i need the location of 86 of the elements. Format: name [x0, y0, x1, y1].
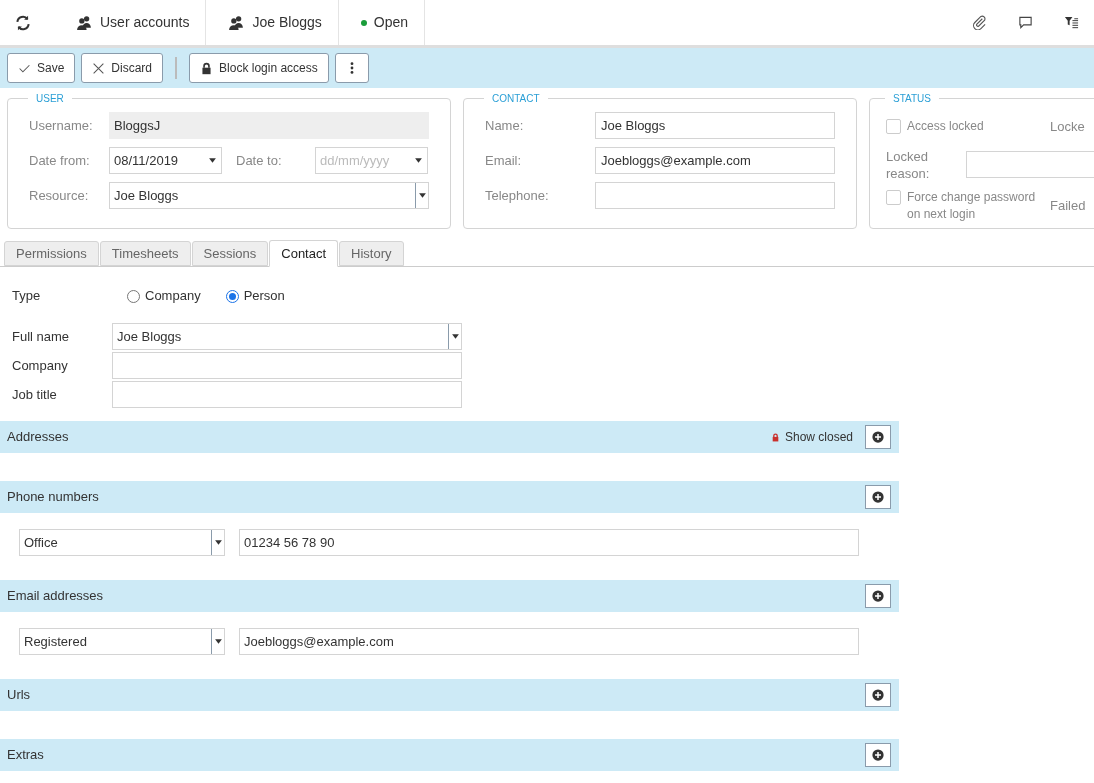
text-field[interactable]: Joebloggs@example.com — [239, 628, 859, 655]
dropdown-arrow-icon — [213, 637, 223, 646]
tab[interactable]: Permissions — [4, 241, 99, 266]
tab[interactable]: History — [339, 241, 404, 266]
block-access-button[interactable]: Block login access — [189, 53, 329, 83]
checkbox-label: Force change password on next login — [907, 188, 1037, 223]
text-field[interactable] — [112, 352, 462, 379]
text-field[interactable]: Joebloggs@example.com — [595, 147, 835, 174]
save-button[interactable]: Save — [7, 53, 76, 83]
checkbox-label: Access locked — [907, 118, 984, 136]
breadcrumb-link[interactable]: User accounts — [100, 12, 190, 33]
plus-circle-icon — [872, 491, 884, 503]
dropdown-arrow-icon — [414, 156, 423, 165]
plus-circle-icon — [872, 590, 884, 602]
field-label: Email: — [485, 151, 523, 170]
field-label: Name: — [485, 116, 525, 135]
checkbox[interactable] — [886, 189, 901, 205]
comment-icon — [1017, 15, 1033, 30]
text-field[interactable] — [595, 182, 835, 209]
text-field[interactable]: 01234 56 78 90 — [239, 529, 859, 556]
field-label: Company — [12, 356, 69, 375]
resource-dropdown[interactable]: Joe Bloggs — [109, 182, 429, 209]
section-legend: CONTACT — [484, 91, 548, 106]
section-legend: USER — [28, 91, 72, 106]
dropdown-value: Joe Bloggs — [117, 327, 182, 346]
section-title: Phone numbers — [7, 488, 100, 507]
username-field: BloggsJ — [109, 112, 429, 139]
paperclip-icon — [971, 15, 987, 30]
dropdown-arrow-icon — [450, 332, 460, 341]
refresh-icon — [14, 13, 32, 32]
field-label: Date from: — [29, 151, 91, 170]
field-label: Locked reason: — [886, 147, 931, 182]
dropdown-value: Office — [24, 533, 58, 552]
section-title: Addresses — [7, 428, 70, 447]
users-icon — [228, 14, 246, 31]
add-button[interactable] — [865, 683, 891, 707]
tab[interactable]: Sessions — [191, 241, 269, 266]
tab[interactable]: Contact — [269, 240, 339, 267]
field-label: Type — [12, 287, 42, 306]
filter-list-icon — [1063, 15, 1079, 30]
breadcrumb-link[interactable]: Open — [373, 12, 408, 33]
field-label: Full name — [12, 327, 71, 346]
dropdown-arrow-icon — [417, 191, 427, 200]
users-icon — [76, 14, 93, 31]
section-title: Urls — [7, 686, 32, 705]
radio-label: Person — [243, 287, 285, 306]
type-dropdown[interactable]: Office — [19, 529, 225, 556]
discard-button[interactable]: Discard — [81, 53, 164, 83]
plus-circle-icon — [872, 431, 884, 443]
full-name-dropdown[interactable]: Joe Bloggs — [112, 323, 462, 350]
text-field[interactable] — [112, 381, 462, 408]
field-label: Failed — [1050, 196, 1086, 215]
lock-icon — [770, 432, 780, 442]
field-label: Resource: — [29, 186, 90, 205]
more-button[interactable] — [334, 53, 369, 83]
section-title: Email addresses — [7, 587, 105, 606]
date-field[interactable]: 08/11/2019 — [109, 147, 222, 174]
close-icon — [92, 61, 106, 75]
add-button[interactable] — [865, 425, 891, 449]
field-label: Job title — [12, 385, 58, 404]
radio-label: Company — [145, 287, 201, 306]
dropdown-value: Joe Bloggs — [114, 186, 179, 205]
section-legend: STATUS — [885, 91, 939, 106]
section-title: Extras — [7, 746, 45, 765]
add-button[interactable] — [865, 584, 891, 608]
add-button[interactable] — [865, 743, 891, 767]
tab[interactable]: Timesheets — [99, 241, 191, 266]
checkbox[interactable] — [886, 119, 901, 135]
dropdown-arrow-icon — [208, 156, 217, 165]
text-field[interactable]: Joe Bloggs — [595, 112, 835, 139]
type-dropdown[interactable]: Registered — [19, 628, 225, 655]
field-label: Telephone: — [485, 186, 550, 205]
breadcrumb-link[interactable]: Joe Bloggs — [252, 12, 322, 33]
date-value: 08/11/2019 — [114, 151, 179, 170]
dropdown-arrow-icon — [213, 538, 223, 547]
add-button[interactable] — [865, 485, 891, 509]
dropdown-value: Registered — [24, 632, 87, 651]
plus-circle-icon — [872, 749, 884, 761]
plus-circle-icon — [872, 689, 884, 701]
text-field[interactable] — [966, 151, 1094, 178]
field-label: Locke — [1050, 118, 1085, 136]
placeholder-text: dd/mm/yyyy — [320, 151, 390, 170]
field-label: Username: — [29, 116, 94, 135]
field-label: Date to: — [236, 151, 283, 170]
lock-icon — [200, 61, 214, 75]
show-closed-button[interactable]: Show closed — [770, 428, 853, 446]
